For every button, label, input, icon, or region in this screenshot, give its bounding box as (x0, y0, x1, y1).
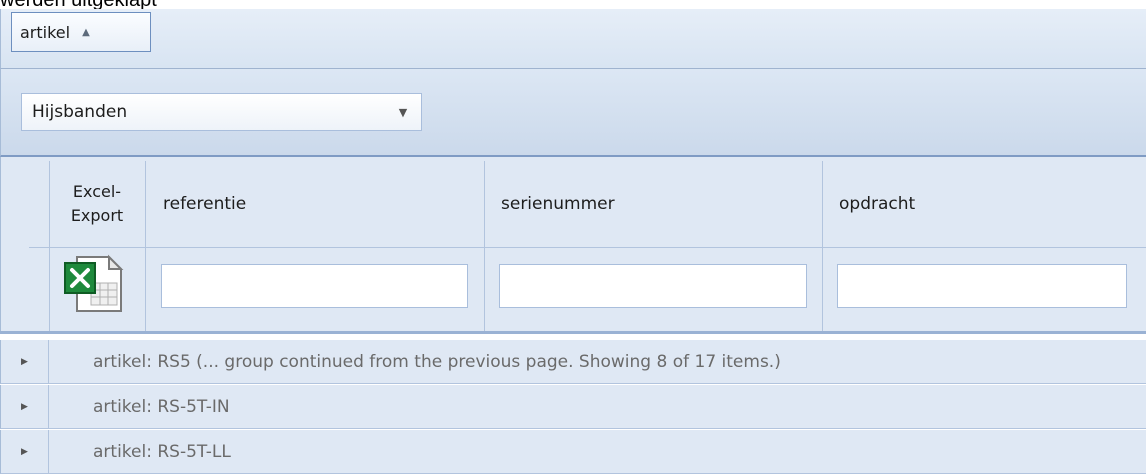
filter-bar: Hijsbanden ▼ (0, 69, 1146, 157)
sort-ascending-icon: ▲ (82, 26, 90, 38)
column-header-opdracht[interactable]: opdracht (839, 161, 915, 247)
filter-input-serienummer[interactable] (499, 264, 807, 308)
category-dropdown[interactable]: Hijsbanden ▼ (21, 93, 422, 131)
column-divider (822, 161, 823, 331)
group-row-label: artikel: RS-5T-LL (93, 441, 231, 462)
grid-header: Excel- Export referentie serienummer opd… (0, 157, 1146, 331)
group-chip-label: artikel (20, 22, 71, 42)
column-header-serienummer[interactable]: serienummer (501, 161, 615, 247)
group-row[interactable]: ▶ artikel: RS5 (... group continued from… (0, 340, 1146, 384)
category-dropdown-value: Hijsbanden (32, 102, 128, 122)
group-chip-artikel[interactable]: artikel ▲ (11, 12, 151, 52)
group-by-panel: artikel ▲ (0, 9, 1146, 69)
expand-arrow-icon[interactable]: ▶ (1, 385, 49, 428)
group-row-label: artikel: RS-5T-IN (93, 396, 230, 417)
group-row[interactable]: ▶ artikel: RS-5T-LL (0, 430, 1146, 474)
column-divider (145, 161, 146, 331)
column-header-excel-line2: Export (70, 206, 124, 225)
expand-arrow-icon[interactable]: ▶ (1, 430, 49, 473)
group-row[interactable]: ▶ artikel: RS-5T-IN (0, 385, 1146, 429)
excel-icon[interactable] (63, 253, 125, 315)
column-divider (484, 161, 485, 331)
column-header-referentie[interactable]: referentie (163, 161, 246, 247)
chevron-down-icon[interactable]: ▼ (385, 106, 421, 119)
header-bottom-border (0, 331, 1146, 334)
column-header-excel-line1: Excel- (72, 182, 122, 201)
filter-input-opdracht[interactable] (837, 264, 1127, 308)
expand-arrow-icon[interactable]: ▶ (1, 340, 49, 383)
header-divider (29, 247, 1146, 248)
group-row-label: artikel: RS5 (... group continued from t… (93, 351, 781, 372)
filter-input-referentie[interactable] (161, 264, 468, 308)
column-header-excel-export[interactable]: Excel- Export (50, 161, 144, 247)
